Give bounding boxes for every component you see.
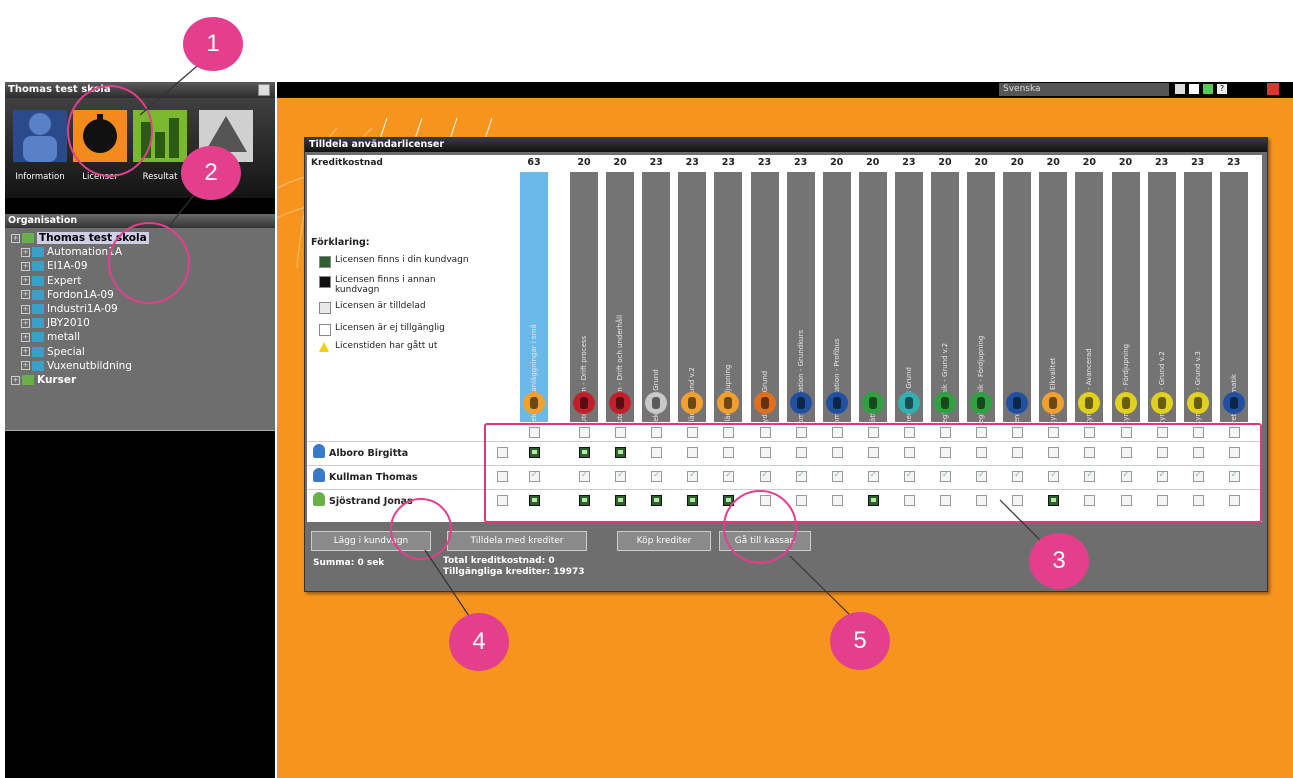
annotation-lines-icon: [139, 54, 1041, 626]
annotation-badge-3: 3: [1029, 533, 1089, 589]
annotation-badge-2: 2: [181, 146, 241, 200]
annotation-badge-5: 5: [830, 612, 890, 670]
annotation-badge-1: 1: [183, 17, 243, 71]
annotation-badge-4: 4: [449, 613, 509, 671]
